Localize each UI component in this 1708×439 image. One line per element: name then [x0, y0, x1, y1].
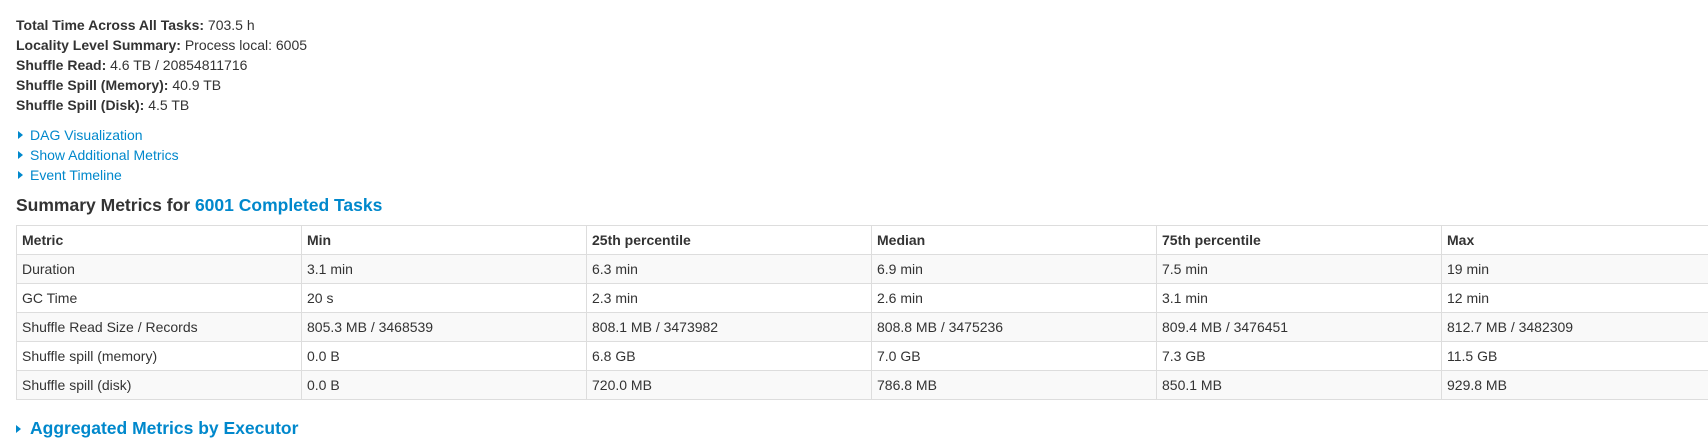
- spill-memory-value: 40.9 TB: [172, 77, 221, 93]
- table-cell: 929.8 MB: [1442, 371, 1708, 400]
- header-min[interactable]: Min: [302, 226, 587, 255]
- table-cell: 808.1 MB / 3473982: [587, 313, 872, 342]
- header-75th-percentile[interactable]: 75th percentile: [1157, 226, 1442, 255]
- table-cell: 786.8 MB: [872, 371, 1157, 400]
- spill-disk-value: 4.5 TB: [148, 97, 189, 113]
- locality-label: Locality Level Summary:: [16, 37, 181, 53]
- table-cell: 6.8 GB: [587, 342, 872, 371]
- header-metric[interactable]: Metric: [17, 226, 302, 255]
- total-time-line: Total Time Across All Tasks: 703.5 h: [16, 15, 307, 35]
- locality-line: Locality Level Summary: Process local: 6…: [16, 35, 307, 55]
- header-25th-percentile[interactable]: 25th percentile: [587, 226, 872, 255]
- table-cell: 6.9 min: [872, 255, 1157, 284]
- caret-right-icon: [18, 131, 23, 139]
- table-cell: 805.3 MB / 3468539: [302, 313, 587, 342]
- spill-disk-line: Shuffle Spill (Disk): 4.5 TB: [16, 95, 307, 115]
- table-cell: 0.0 B: [302, 371, 587, 400]
- table-row: Shuffle spill (disk) 0.0 B 720.0 MB 786.…: [17, 371, 1708, 400]
- additional-metrics-label: Show Additional Metrics: [30, 145, 179, 165]
- stage-summary: Total Time Across All Tasks: 703.5 h Loc…: [16, 15, 307, 115]
- event-timeline-label: Event Timeline: [30, 165, 122, 185]
- event-timeline-toggle[interactable]: Event Timeline: [18, 165, 179, 185]
- table-cell: 3.1 min: [1157, 284, 1442, 313]
- shuffle-read-value: 4.6 TB / 20854811716: [110, 57, 247, 73]
- spill-memory-line: Shuffle Spill (Memory): 40.9 TB: [16, 75, 307, 95]
- metric-name-cell: Shuffle spill (memory): [17, 342, 302, 371]
- dag-visualization-label: DAG Visualization: [30, 125, 143, 145]
- table-cell: 2.6 min: [872, 284, 1157, 313]
- total-time-label: Total Time Across All Tasks:: [16, 17, 204, 33]
- additional-metrics-toggle[interactable]: Show Additional Metrics: [18, 145, 179, 165]
- table-row: Shuffle spill (memory) 0.0 B 6.8 GB 7.0 …: [17, 342, 1708, 371]
- locality-value: Process local: 6005: [185, 37, 307, 53]
- table-cell: 19 min: [1442, 255, 1708, 284]
- summary-metrics-table: Metric Min 25th percentile Median 75th p…: [16, 225, 1708, 400]
- table-cell: 7.5 min: [1157, 255, 1442, 284]
- caret-right-icon: [16, 425, 21, 433]
- caret-right-icon: [18, 171, 23, 179]
- metric-name-cell: Shuffle spill (disk): [17, 371, 302, 400]
- table-cell: 11.5 GB: [1442, 342, 1708, 371]
- table-cell: 6.3 min: [587, 255, 872, 284]
- table-cell: 20 s: [302, 284, 587, 313]
- summary-metrics-heading: Summary Metrics for 6001 Completed Tasks: [16, 195, 382, 216]
- shuffle-read-line: Shuffle Read: 4.6 TB / 20854811716: [16, 55, 307, 75]
- table-cell: 809.4 MB / 3476451: [1157, 313, 1442, 342]
- table-row: Duration 3.1 min 6.3 min 6.9 min 7.5 min…: [17, 255, 1708, 284]
- metric-name-cell: GC Time: [17, 284, 302, 313]
- table-header-row: Metric Min 25th percentile Median 75th p…: [17, 226, 1708, 255]
- table-cell: 7.3 GB: [1157, 342, 1442, 371]
- table-cell: 7.0 GB: [872, 342, 1157, 371]
- spill-memory-label: Shuffle Spill (Memory):: [16, 77, 168, 93]
- table-cell: 2.3 min: [587, 284, 872, 313]
- table-row: GC Time 20 s 2.3 min 2.6 min 3.1 min 12 …: [17, 284, 1708, 313]
- dag-visualization-toggle[interactable]: DAG Visualization: [18, 125, 179, 145]
- shuffle-read-label: Shuffle Read:: [16, 57, 106, 73]
- spill-disk-label: Shuffle Spill (Disk):: [16, 97, 144, 113]
- table-cell: 812.7 MB / 3482309: [1442, 313, 1708, 342]
- metric-name-cell: Shuffle Read Size / Records: [17, 313, 302, 342]
- caret-right-icon: [18, 151, 23, 159]
- toggle-links: DAG Visualization Show Additional Metric…: [18, 125, 179, 185]
- completed-tasks-link[interactable]: 6001 Completed Tasks: [195, 195, 382, 215]
- header-max[interactable]: Max: [1442, 226, 1708, 255]
- table-cell: 808.8 MB / 3475236: [872, 313, 1157, 342]
- aggregated-metrics-toggle[interactable]: Aggregated Metrics by Executor: [16, 418, 298, 439]
- header-median[interactable]: Median: [872, 226, 1157, 255]
- metric-name-cell: Duration: [17, 255, 302, 284]
- table-cell: 12 min: [1442, 284, 1708, 313]
- total-time-value: 703.5 h: [208, 17, 255, 33]
- table-cell: 850.1 MB: [1157, 371, 1442, 400]
- table-row: Shuffle Read Size / Records 805.3 MB / 3…: [17, 313, 1708, 342]
- table-cell: 3.1 min: [302, 255, 587, 284]
- table-cell: 0.0 B: [302, 342, 587, 371]
- table-cell: 720.0 MB: [587, 371, 872, 400]
- summary-metrics-prefix: Summary Metrics for: [16, 195, 195, 215]
- aggregated-metrics-heading: Aggregated Metrics by Executor: [30, 418, 298, 439]
